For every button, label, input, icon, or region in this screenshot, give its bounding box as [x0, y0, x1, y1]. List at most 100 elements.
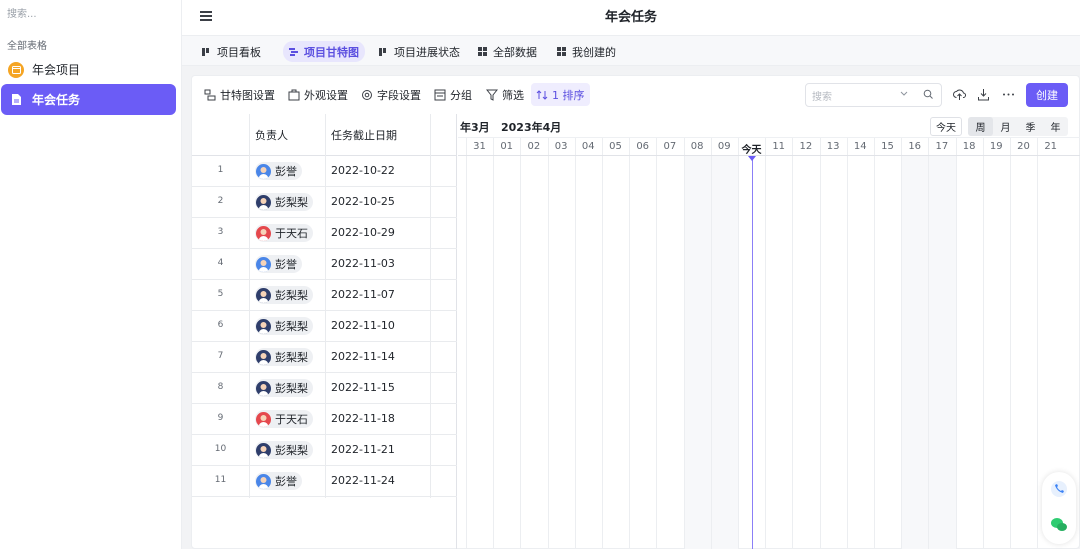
sidebar-item-label: 年会任务 [32, 93, 81, 107]
owner-name: 彭誉 [275, 258, 297, 271]
table-row[interactable]: 11 彭誉 2022-11-24 [192, 466, 457, 497]
due-date-cell[interactable]: 2022-10-22 [331, 164, 395, 177]
day-label: 12 [799, 141, 813, 152]
owner-tag[interactable]: 彭誉 [255, 162, 302, 180]
owner-tag[interactable]: 彭梨梨 [255, 317, 313, 335]
create-button[interactable]: 创建 [1026, 83, 1068, 107]
sidebar-item-annual-task[interactable]: 年会任务 [1, 84, 176, 115]
day-gridline [982, 138, 984, 549]
document-icon [8, 92, 24, 108]
tab-project-gantt[interactable]: 项目甘特图 [283, 41, 365, 62]
due-date-cell[interactable]: 2022-11-14 [331, 350, 395, 363]
due-date-cell[interactable]: 2022-11-18 [331, 412, 395, 425]
upload-icon[interactable] [952, 87, 966, 101]
column-header-owner[interactable]: 负责人 [255, 114, 288, 156]
owner-tag[interactable]: 彭梨梨 [255, 441, 313, 459]
table-row[interactable]: 7 彭梨梨 2022-11-14 [192, 342, 457, 373]
table-row[interactable]: 9 于天石 2022-11-18 [192, 404, 457, 435]
owner-tag[interactable]: 彭梨梨 [255, 193, 313, 211]
due-date-cell[interactable]: 2022-11-21 [331, 443, 395, 456]
scale-month[interactable]: 月 [993, 117, 1018, 136]
today-button[interactable]: 今天 [930, 117, 962, 136]
row-number: 11 [214, 475, 227, 485]
scale-quarter[interactable]: 季 [1018, 117, 1043, 136]
tab-all-data[interactable]: 全部数据 [472, 41, 543, 62]
owner-tag[interactable]: 彭誉 [255, 255, 302, 273]
button-label: 1 排序 [552, 88, 585, 102]
day-label: 16 [908, 141, 922, 152]
search-icon[interactable] [923, 89, 933, 102]
day-label: 14 [853, 141, 867, 152]
avatar [256, 287, 271, 303]
row-number: 3 [217, 227, 224, 237]
tab-project-kanban[interactable]: 项目看板 [196, 41, 267, 62]
table-row[interactable]: 3 于天石 2022-10-29 [192, 218, 457, 249]
phone-icon[interactable] [1050, 480, 1068, 502]
table-row[interactable]: 4 彭誉 2022-11-03 [192, 249, 457, 280]
day-gridline [955, 138, 957, 549]
row-number: 2 [217, 196, 224, 206]
owner-tag[interactable]: 彭梨梨 [255, 379, 313, 397]
gear-icon [361, 89, 373, 101]
row-number: 7 [217, 351, 224, 361]
tab-label: 项目甘特图 [304, 45, 359, 59]
tab-project-progress[interactable]: 项目进展状态 [373, 41, 466, 62]
table-row[interactable]: 1 彭誉 2022-10-22 [192, 156, 457, 187]
owner-tag[interactable]: 彭梨梨 [255, 286, 313, 304]
gantt-settings-button[interactable]: 甘特图设置 [199, 83, 280, 106]
avatar [256, 380, 271, 396]
owner-tag[interactable]: 彭梨梨 [255, 348, 313, 366]
due-date-cell[interactable]: 2022-10-29 [331, 226, 395, 239]
sort-icon [536, 89, 548, 101]
column-header-due-date[interactable]: 任务截止日期 [331, 114, 397, 156]
owner-name: 彭梨梨 [275, 320, 308, 333]
owner-tag[interactable]: 于天石 [255, 224, 313, 242]
table-row[interactable]: 8 彭梨梨 2022-11-15 [192, 373, 457, 404]
scale-week[interactable]: 周 [968, 117, 993, 136]
table-row[interactable]: 6 彭梨梨 2022-11-10 [192, 311, 457, 342]
kanban-icon [202, 47, 212, 57]
download-icon[interactable] [976, 87, 990, 101]
day-label: 05 [609, 141, 622, 152]
owner-name: 彭梨梨 [275, 196, 308, 209]
avatar [256, 411, 271, 427]
page-title: 年会任务 [604, 10, 657, 25]
due-date-cell[interactable]: 2022-11-07 [331, 288, 395, 301]
wechat-icon[interactable] [1050, 516, 1068, 538]
chevron-down-icon[interactable] [899, 89, 909, 102]
group-button[interactable]: 分组 [429, 83, 477, 106]
table-row[interactable]: 2 彭梨梨 2022-10-25 [192, 187, 457, 218]
tab-created-by-me[interactable]: 我创建的 [551, 41, 622, 62]
sidebar-item-annual-project[interactable]: 年会项目 [1, 54, 176, 85]
day-gridline [846, 138, 848, 549]
due-date-cell[interactable]: 2022-11-24 [331, 474, 395, 487]
scale-year[interactable]: 年 [1043, 117, 1068, 136]
owner-tag[interactable]: 于天石 [255, 410, 313, 428]
day-label: 21 [1044, 141, 1058, 152]
appearance-settings-button[interactable]: 外观设置 [283, 83, 353, 106]
day-gridline [738, 138, 739, 549]
owner-tag[interactable]: 彭誉 [255, 472, 302, 490]
table-row[interactable]: 5 彭梨梨 2022-11-07 [192, 280, 457, 311]
due-date-cell[interactable]: 2022-10-25 [331, 195, 395, 208]
more-icon[interactable] [1001, 87, 1015, 101]
avatar [256, 442, 271, 458]
gantt-settings-icon [204, 89, 216, 101]
day-label: 13 [826, 141, 840, 152]
filter-button[interactable]: 筛选 [481, 83, 529, 106]
search-placeholder: 搜索 [812, 91, 832, 103]
sidebar-search-input[interactable]: 搜索... [7, 5, 37, 20]
search-input[interactable]: 搜索 [805, 83, 942, 107]
due-date-cell[interactable]: 2022-11-10 [331, 319, 395, 332]
sidebar-section-label: 全部表格 [7, 41, 47, 52]
today-marker-icon [747, 156, 756, 161]
field-settings-button[interactable]: 字段设置 [356, 83, 426, 106]
due-date-cell[interactable]: 2022-11-03 [331, 257, 395, 270]
day-gridline [466, 138, 467, 549]
button-label: 分组 [450, 88, 472, 102]
day-label: 11 [772, 141, 786, 152]
due-date-cell[interactable]: 2022-11-15 [331, 381, 395, 394]
sort-button[interactable]: 1 排序 [531, 83, 590, 106]
table-row[interactable]: 10 彭梨梨 2022-11-21 [192, 435, 457, 466]
avatar [256, 473, 271, 489]
